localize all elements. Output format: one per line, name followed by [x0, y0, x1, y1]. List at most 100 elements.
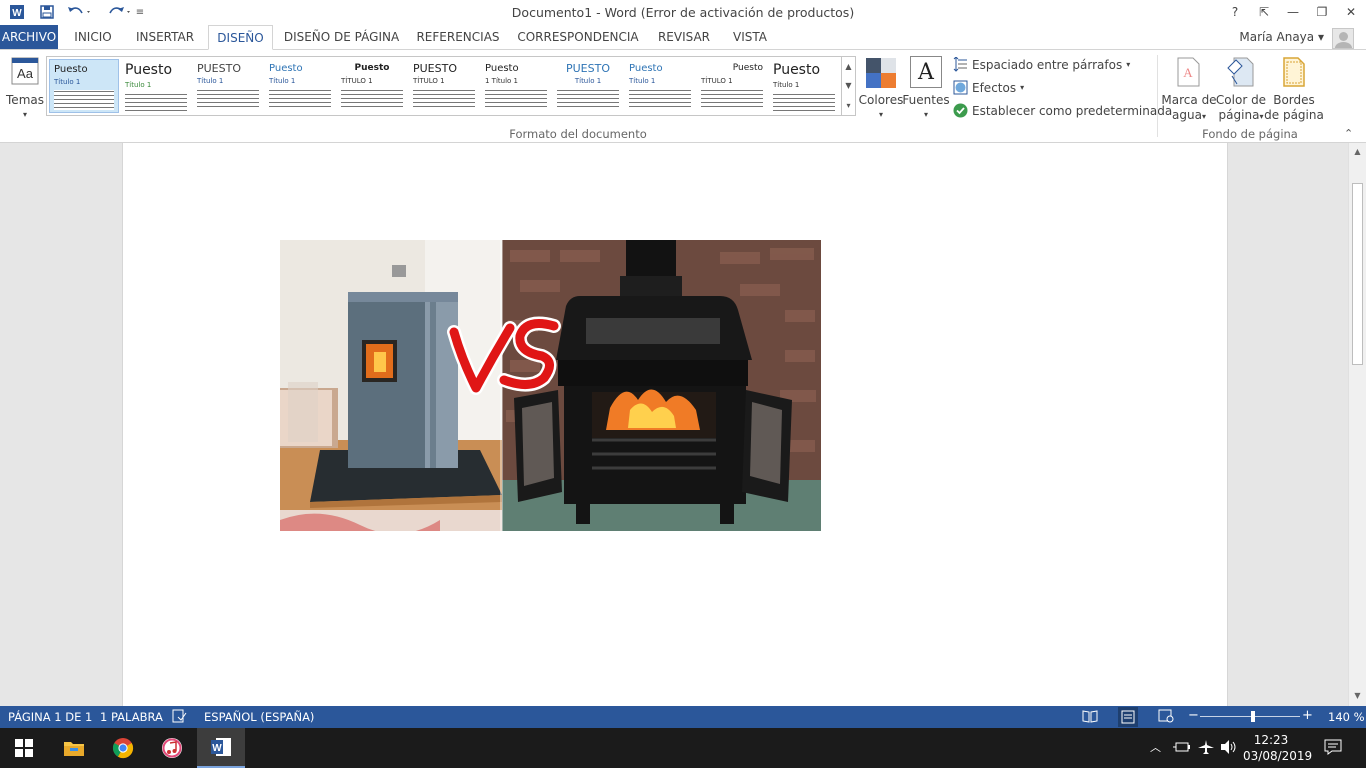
chevron-down-icon: ▾ — [1317, 30, 1324, 44]
close-button[interactable]: ✕ — [1336, 1, 1366, 23]
color-pagina-button[interactable] — [1226, 56, 1256, 88]
gallery-scroll-up-icon[interactable]: ▲ — [841, 57, 855, 76]
group-separator — [1157, 55, 1158, 137]
marca-agua-line1: Marca de — [1161, 93, 1217, 107]
inserted-image[interactable]: VS — [280, 240, 821, 531]
notifications-icon[interactable] — [1324, 739, 1342, 759]
window-title: Documento1 - Word (Error de activación d… — [511, 5, 855, 20]
airplane-mode-icon[interactable] — [1197, 739, 1215, 759]
page-borders-icon — [1283, 57, 1305, 87]
help-button[interactable]: ? — [1220, 1, 1250, 23]
word-count[interactable]: 1 PALABRA — [100, 710, 163, 724]
style-option[interactable]: PUESTO TÍTULO 1 — [409, 59, 479, 113]
tab-diseno-de-pagina[interactable]: DISEÑO DE PÁGINA — [283, 25, 400, 49]
restore-button[interactable]: ❐ — [1307, 1, 1337, 23]
clock[interactable]: 12:23 03/08/2019 — [1243, 732, 1313, 764]
tray-overflow-icon[interactable]: ︿ — [1150, 740, 1161, 756]
minimize-button[interactable]: — — [1278, 1, 1308, 23]
zoom-in-button[interactable]: + — [1302, 708, 1313, 723]
scroll-up-icon[interactable]: ▲ — [1351, 145, 1364, 159]
tab-revisar[interactable]: REVISAR — [655, 25, 713, 49]
style-option[interactable]: Puesto 1 Título 1 — [481, 59, 551, 113]
collapse-ribbon-icon[interactable]: ⌃ — [1344, 127, 1353, 140]
vertical-scrollbar[interactable]: ▲ ▼ — [1348, 143, 1366, 706]
chrome-icon[interactable] — [99, 728, 147, 768]
zoom-slider[interactable] — [1200, 716, 1300, 717]
document-area: VS — [0, 143, 1348, 706]
bordes-button[interactable] — [1281, 56, 1307, 88]
status-bar: PÁGINA 1 DE 1 1 PALABRA ESPAÑOL (ESPAÑA)… — [0, 706, 1366, 728]
web-layout-icon[interactable] — [1158, 709, 1174, 726]
zoom-out-button[interactable]: − — [1188, 708, 1199, 723]
tab-vista[interactable]: VISTA — [727, 25, 773, 49]
read-mode-icon[interactable] — [1082, 709, 1098, 726]
tab-referencias[interactable]: REFERENCIAS — [415, 25, 501, 49]
page-color-icon — [1227, 57, 1254, 87]
colores-button[interactable] — [864, 56, 898, 88]
espaciado-button[interactable]: Espaciado entre párrafos ▾ — [953, 57, 1130, 72]
volume-icon[interactable] — [1220, 739, 1238, 759]
efectos-label: Efectos — [972, 80, 1017, 95]
fuentes-label: Fuentes — [902, 93, 950, 107]
colores-label: Colores — [858, 93, 904, 107]
clock-time: 12:23 — [1253, 733, 1289, 747]
style-option[interactable]: Puesto TÍTULO 1 — [697, 59, 767, 113]
watermark-icon: A — [1177, 57, 1200, 87]
style-option[interactable]: PUESTO Título 1 — [553, 59, 623, 113]
clock-date: 03/08/2019 — [1243, 749, 1313, 763]
scroll-thumb[interactable] — [1352, 183, 1363, 365]
predeterminada-button[interactable]: Establecer como predeterminada — [953, 103, 1172, 118]
effects-icon — [953, 80, 968, 95]
style-option[interactable]: Puesto Título 1 — [121, 59, 191, 113]
tab-inicio[interactable]: INICIO — [70, 25, 116, 49]
checkmark-icon — [953, 103, 968, 118]
zoom-level[interactable]: 140 % — [1328, 710, 1365, 724]
start-button[interactable] — [0, 728, 48, 768]
themes-icon: Aa — [11, 57, 39, 85]
tab-archivo[interactable]: ARCHIVO — [0, 25, 58, 49]
style-option[interactable]: Puesto TÍTULO 1 — [337, 59, 407, 113]
fuentes-button[interactable]: A — [910, 56, 942, 88]
ribbon-display-button[interactable]: ⇱ — [1249, 1, 1279, 23]
chevron-down-icon: ▾ — [1020, 83, 1025, 92]
scroll-down-icon[interactable]: ▼ — [1351, 689, 1364, 703]
chevron-down-icon: ▾ — [923, 110, 928, 119]
efectos-button[interactable]: Efectos ▾ — [953, 80, 1024, 95]
language[interactable]: ESPAÑOL (ESPAÑA) — [204, 710, 314, 724]
zoom-slider-thumb[interactable] — [1251, 711, 1255, 722]
file-explorer-icon[interactable] — [50, 728, 98, 768]
document-page[interactable]: VS — [122, 143, 1228, 706]
temas-label: Temas — [6, 93, 44, 107]
print-layout-icon[interactable] — [1118, 707, 1138, 727]
gallery-scroll-down-icon[interactable]: ▼ — [841, 76, 855, 95]
group-label-fondo: Fondo de página — [1202, 127, 1298, 141]
itunes-icon[interactable] — [148, 728, 196, 768]
style-option[interactable]: Puesto Título 1 — [769, 59, 839, 113]
tab-insertar[interactable]: INSERTAR — [132, 25, 198, 49]
colors-icon — [866, 58, 896, 88]
proofing-icon[interactable] — [172, 709, 187, 726]
user-account[interactable]: María Anaya ▾ — [1239, 30, 1324, 44]
svg-text:W: W — [212, 743, 222, 754]
temas-button[interactable]: Aa — [8, 56, 42, 88]
avatar[interactable] — [1332, 28, 1354, 49]
style-option[interactable]: Puesto Título 1 — [265, 59, 335, 113]
tab-correspondencia[interactable]: CORRESPONDENCIA — [515, 25, 641, 49]
ribbon-tabs: ARCHIVO INICIO INSERTAR DISEÑO DISEÑO DE… — [0, 25, 1366, 50]
word-taskbar-button[interactable]: W — [197, 728, 245, 768]
group-label-formato: Formato del documento — [509, 127, 647, 141]
marca-agua-button[interactable]: A — [1174, 56, 1202, 88]
taskbar: W ︿ 12:23 03/08/2019 — [0, 728, 1366, 768]
tab-diseno[interactable]: DISEÑO — [208, 25, 273, 50]
page-count[interactable]: PÁGINA 1 DE 1 — [8, 710, 92, 724]
style-option[interactable]: PUESTO Título 1 — [193, 59, 263, 113]
espaciado-label: Espaciado entre párrafos — [972, 57, 1123, 72]
style-option[interactable]: Puesto Título 1 — [625, 59, 695, 113]
gallery-more-icon[interactable]: ▾ — [841, 95, 855, 116]
bordes-line2: de página — [1264, 108, 1324, 122]
chevron-down-icon: ▾ — [1201, 112, 1206, 121]
style-option[interactable]: Puesto Título 1 — [49, 59, 119, 113]
bordes-line1: Bordes — [1273, 93, 1315, 107]
style-gallery: Puesto Título 1 Puesto Título 1 PUESTO Títu… — [46, 56, 856, 116]
battery-icon[interactable] — [1172, 740, 1190, 758]
